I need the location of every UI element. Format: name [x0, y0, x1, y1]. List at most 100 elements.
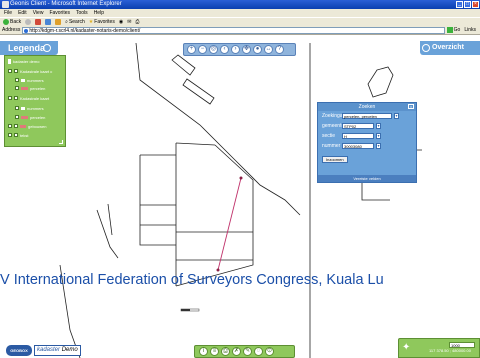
legend-item[interactable]: percelen: [15, 114, 45, 120]
layer-checkbox[interactable]: [15, 106, 19, 110]
layer-checkbox[interactable]: [8, 133, 12, 137]
number-input[interactable]: 30003080: [342, 143, 374, 149]
clear-icon[interactable]: ✗: [232, 347, 241, 356]
back-arrow-icon: [3, 19, 9, 25]
search-button[interactable]: ⌕ Search: [65, 18, 85, 26]
close-button[interactable]: ×: [472, 1, 479, 8]
parcel-line: [361, 183, 390, 201]
menu-edit[interactable]: Edit: [18, 9, 27, 17]
legend-item[interactable]: kadaster demo: [8, 58, 39, 64]
star-icon: ★: [88, 19, 94, 25]
layer-checkbox[interactable]: [14, 124, 18, 128]
section-select[interactable]: H: [342, 133, 374, 139]
erase-icon[interactable]: ◌: [254, 347, 263, 356]
legend-item[interactable]: tekst: [8, 132, 28, 138]
map-canvas[interactable]: [0, 36, 480, 358]
info-icon[interactable]: i: [199, 347, 208, 356]
help-icon[interactable]: ?: [275, 45, 284, 54]
layer-checkbox[interactable]: [15, 115, 19, 119]
address-bar: Address http://kdgm-r.scrl4.nl/kadaster-…: [0, 26, 480, 35]
pan-icon[interactable]: ✥: [242, 45, 251, 54]
menu-help[interactable]: Help: [94, 9, 104, 17]
zoom-in-icon[interactable]: +: [187, 45, 196, 54]
legend-item[interactable]: gebouwen: [8, 123, 46, 129]
stop-button[interactable]: [35, 19, 42, 25]
zoom-icon[interactable]: ⊙: [265, 347, 274, 356]
overview-header[interactable]: Overzicht: [420, 41, 480, 55]
close-icon[interactable]: ×: [408, 104, 414, 109]
print-button[interactable]: ⎙: [135, 18, 139, 26]
building-outline: [171, 54, 196, 76]
window-titlebar: Geonis Client - Microsoft Internet Explo…: [0, 0, 480, 9]
label-icon: [21, 78, 25, 82]
back-button[interactable]: Back: [3, 18, 21, 26]
layer-checkbox[interactable]: [14, 69, 18, 73]
redline-icon[interactable]: ✎: [243, 347, 252, 356]
search-row: Zoekingang percelen, percelen ▾: [322, 113, 399, 119]
resize-handle-icon[interactable]: [59, 140, 63, 144]
identify-icon[interactable]: ●: [253, 45, 262, 54]
parcel-outline: [367, 66, 394, 98]
refresh-button[interactable]: [45, 19, 52, 25]
stop-icon: [35, 19, 42, 25]
scale-bar: [180, 307, 200, 313]
links-label[interactable]: Links: [464, 26, 480, 34]
home-button[interactable]: [55, 19, 62, 25]
overview-toggle-icon[interactable]: [422, 44, 430, 52]
parcel-swatch: [21, 86, 28, 90]
zoom-in-button[interactable]: Inzoomen: [322, 156, 348, 163]
layer-checkbox[interactable]: [15, 78, 19, 82]
scale-input[interactable]: 1000: [449, 342, 475, 348]
address-input[interactable]: http://kdgm-r.scrl4.nl/kadaster-notaris-…: [22, 26, 445, 34]
zoom-out-icon[interactable]: −: [198, 45, 207, 54]
parcel-line: [175, 142, 216, 146]
bottom-toolbar: i ≡ ⎙ ✗ ✎ ◌ ⊙: [194, 345, 295, 358]
layer-checkbox[interactable]: [8, 69, 12, 73]
zoom-next-icon[interactable]: ›: [231, 45, 240, 54]
zoom-full-icon[interactable]: ◎: [209, 45, 218, 54]
search-dialog-header: Zoeken ×: [318, 103, 416, 111]
menu-favorites[interactable]: Favorites: [49, 9, 70, 17]
layer-checkbox[interactable]: [8, 96, 12, 100]
go-button[interactable]: Go: [446, 26, 463, 34]
legend-toggle-icon[interactable]: [43, 44, 51, 52]
layer-checkbox[interactable]: [8, 124, 12, 128]
chevron-down-icon[interactable]: ▾: [376, 143, 381, 149]
minimize-button[interactable]: _: [456, 1, 463, 8]
layer-checkbox[interactable]: [15, 86, 19, 90]
menu-view[interactable]: View: [33, 9, 44, 17]
layer-checkbox[interactable]: [14, 96, 18, 100]
branding: GEOBOX kadaster Demo: [6, 344, 90, 356]
maximize-button[interactable]: □: [464, 1, 471, 8]
legend-item[interactable]: nummers: [15, 105, 44, 111]
favorites-button[interactable]: ★ Favorites: [89, 18, 115, 26]
layers-icon[interactable]: ≡: [210, 347, 219, 356]
chevron-down-icon[interactable]: ▾: [394, 113, 399, 119]
legend-item[interactable]: Kadastrale kaart: [8, 95, 49, 101]
chevron-down-icon[interactable]: ▾: [376, 133, 381, 139]
media-icon: ◉: [118, 19, 124, 25]
legend-item[interactable]: percelen: [15, 85, 45, 91]
menu-bar: File Edit View Favorites Tools Help: [0, 9, 480, 17]
layer-checkbox[interactable]: [14, 133, 18, 137]
measure-icon[interactable]: ↔: [264, 45, 273, 54]
layer-icon: [8, 58, 11, 64]
chevron-down-icon[interactable]: ▾: [376, 123, 381, 129]
legend-item[interactable]: nummers: [15, 77, 44, 83]
search-type-select[interactable]: percelen, percelen: [342, 113, 392, 119]
parcel-line: [107, 203, 113, 236]
measure-point: [239, 176, 243, 180]
legend-item[interactable]: Kadastrale kaart c: [8, 68, 52, 74]
menu-tools[interactable]: Tools: [76, 9, 88, 17]
forward-button[interactable]: [25, 19, 32, 25]
municipality-select[interactable]: STP02: [342, 123, 374, 129]
zoom-prev-icon[interactable]: ‹: [220, 45, 229, 54]
menu-file[interactable]: File: [4, 9, 12, 17]
congress-overlay-text: V International Federation of Surveyors …: [0, 272, 384, 288]
coordinate-panel: ✦ 117 378.50 ; 480000.00 1000: [398, 338, 480, 358]
search-row: gemeente STP02 ▾: [322, 123, 381, 129]
mail-button[interactable]: ✉: [127, 18, 131, 26]
media-button[interactable]: ◉: [119, 18, 123, 26]
print-icon[interactable]: ⎙: [221, 347, 230, 356]
navigate-icon[interactable]: ✦: [402, 343, 412, 353]
